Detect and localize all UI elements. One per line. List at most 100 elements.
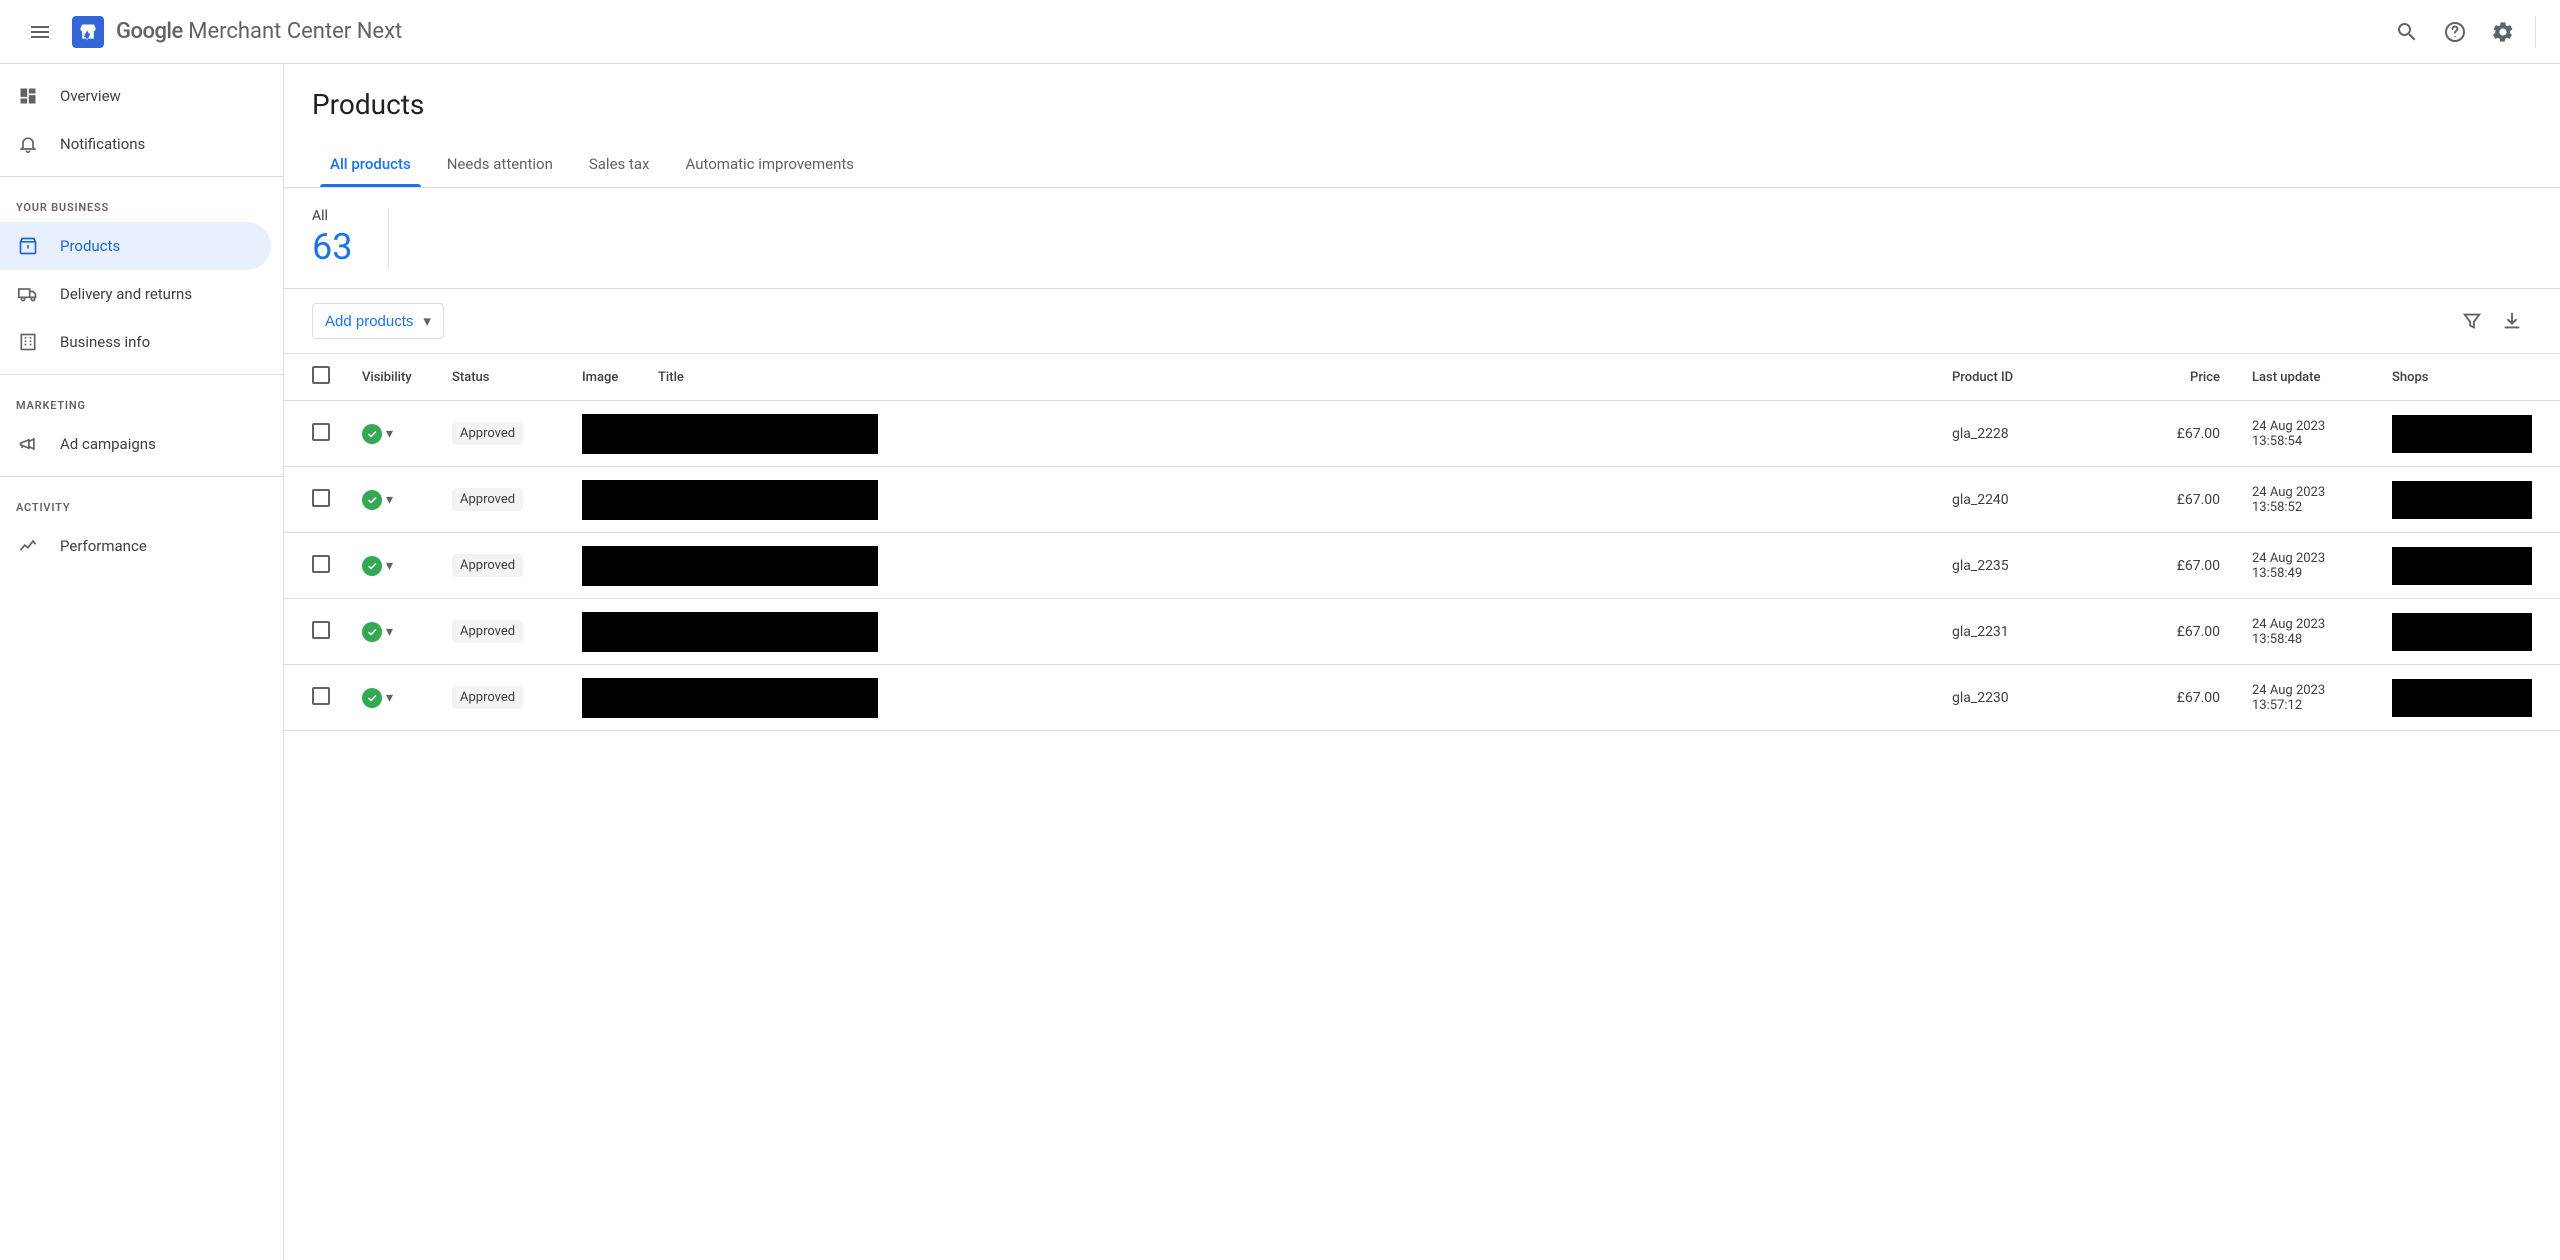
visibility-dropdown-button[interactable]: ▾ — [386, 492, 393, 508]
product-id: gla_2228 — [1936, 401, 2136, 467]
column-shops[interactable]: Shops — [2376, 354, 2560, 401]
visibility-dropdown-button[interactable]: ▾ — [386, 426, 393, 442]
redacted-image-title — [582, 480, 878, 520]
bell-icon — [16, 132, 40, 156]
sidebar-item-label: Performance — [60, 537, 147, 555]
last-update-date: 24 Aug 2023 — [2252, 617, 2360, 632]
sidebar-item-label: Business info — [60, 333, 150, 351]
sidebar-item-label: Notifications — [60, 135, 145, 153]
hamburger-icon — [28, 20, 52, 44]
sidebar-item-notifications[interactable]: Notifications — [0, 120, 271, 168]
last-update-date: 24 Aug 2023 — [2252, 485, 2360, 500]
sidebar-section-activity: ACTIVITY — [0, 485, 283, 522]
redacted-shops — [2392, 481, 2532, 519]
last-update-time: 13:58:48 — [2252, 632, 2360, 647]
settings-button[interactable] — [2479, 8, 2527, 56]
visibility-dropdown-button[interactable]: ▾ — [386, 690, 393, 706]
last-update-date: 24 Aug 2023 — [2252, 683, 2360, 698]
status-badge: Approved — [452, 488, 523, 511]
search-icon — [2395, 20, 2419, 44]
table-row[interactable]: ▾ Approved gla_2228 £67.00 24 Aug 202313… — [284, 401, 2560, 467]
status-badge: Approved — [452, 620, 523, 643]
sidebar: Overview Notifications YOUR BUSINESS Pro… — [0, 64, 284, 1260]
row-checkbox[interactable] — [312, 555, 330, 573]
column-visibility[interactable]: Visibility — [346, 354, 436, 401]
product-id: gla_2231 — [1936, 599, 2136, 665]
price: £67.00 — [2136, 599, 2236, 665]
app-header: Google Merchant Center Next — [0, 0, 2560, 64]
sidebar-section-business: YOUR BUSINESS — [0, 185, 283, 222]
row-checkbox[interactable] — [312, 423, 330, 441]
table-row[interactable]: ▾ Approved gla_2230 £67.00 24 Aug 202313… — [284, 665, 2560, 731]
redacted-shops — [2392, 415, 2532, 453]
truck-icon — [16, 282, 40, 306]
nav-divider — [0, 476, 283, 477]
package-icon — [16, 234, 40, 258]
column-price[interactable]: Price — [2136, 354, 2236, 401]
google-wordmark: Google — [116, 19, 183, 44]
main-content: Products All products Needs attention Sa… — [284, 64, 2560, 1260]
sidebar-item-ad-campaigns[interactable]: Ad campaigns — [0, 420, 271, 468]
app-logo-icon — [72, 16, 104, 48]
row-checkbox[interactable] — [312, 621, 330, 639]
gear-icon — [2491, 20, 2515, 44]
sidebar-item-label: Ad campaigns — [60, 435, 156, 453]
visibility-dropdown-button[interactable]: ▾ — [386, 624, 393, 640]
download-button[interactable] — [2492, 301, 2532, 341]
visibility-approved-icon — [362, 688, 382, 708]
redacted-image-title — [582, 678, 878, 718]
sidebar-item-products[interactable]: Products — [0, 222, 271, 270]
column-status[interactable]: Status — [436, 354, 566, 401]
column-product-id[interactable]: Product ID — [1936, 354, 2136, 401]
sidebar-item-performance[interactable]: Performance — [0, 522, 271, 570]
visibility-dropdown-button[interactable]: ▾ — [386, 558, 393, 574]
table-row[interactable]: ▾ Approved gla_2235 £67.00 24 Aug 202313… — [284, 533, 2560, 599]
redacted-image-title — [582, 414, 878, 454]
dashboard-icon — [16, 84, 40, 108]
sidebar-item-business-info[interactable]: Business info — [0, 318, 271, 366]
search-button[interactable] — [2383, 8, 2431, 56]
sidebar-item-delivery[interactable]: Delivery and returns — [0, 270, 271, 318]
product-id: gla_2235 — [1936, 533, 2136, 599]
select-all-checkbox[interactable] — [312, 366, 330, 384]
sidebar-item-label: Delivery and returns — [60, 285, 192, 303]
row-checkbox[interactable] — [312, 687, 330, 705]
add-products-button[interactable]: Add products ▾ — [312, 303, 444, 339]
table-row[interactable]: ▾ Approved gla_2240 £67.00 24 Aug 202313… — [284, 467, 2560, 533]
help-button[interactable] — [2431, 8, 2479, 56]
redacted-image-title — [582, 546, 878, 586]
column-image[interactable]: Image — [566, 354, 642, 401]
tab-sales-tax[interactable]: Sales tax — [571, 141, 668, 187]
stat-all[interactable]: All 63 — [312, 208, 389, 268]
tab-needs-attention[interactable]: Needs attention — [429, 141, 571, 187]
add-products-label: Add products — [325, 313, 413, 330]
price: £67.00 — [2136, 401, 2236, 467]
help-icon — [2443, 20, 2467, 44]
price: £67.00 — [2136, 467, 2236, 533]
stat-label: All — [312, 208, 352, 224]
visibility-approved-icon — [362, 490, 382, 510]
filter-button[interactable] — [2452, 301, 2492, 341]
tab-all-products[interactable]: All products — [312, 141, 429, 187]
sidebar-item-overview[interactable]: Overview — [0, 72, 271, 120]
sidebar-section-marketing: MARKETING — [0, 383, 283, 420]
sidebar-item-label: Overview — [60, 87, 121, 105]
last-update-date: 24 Aug 2023 — [2252, 419, 2360, 434]
main-menu-button[interactable] — [16, 8, 64, 56]
dropdown-caret-icon: ▾ — [423, 312, 431, 330]
last-update-time: 13:58:52 — [2252, 500, 2360, 515]
redacted-shops — [2392, 613, 2532, 651]
last-update-time: 13:58:54 — [2252, 434, 2360, 449]
app-product-name: Merchant Center Next — [183, 19, 402, 44]
column-title[interactable]: Title — [642, 354, 1936, 401]
tab-automatic-improvements[interactable]: Automatic improvements — [668, 141, 873, 187]
visibility-approved-icon — [362, 424, 382, 444]
app-title: Google Merchant Center Next — [116, 19, 402, 44]
last-update-time: 13:58:49 — [2252, 566, 2360, 581]
stat-value: 63 — [312, 226, 352, 268]
redacted-shops — [2392, 679, 2532, 717]
table-row[interactable]: ▾ Approved gla_2231 £67.00 24 Aug 202313… — [284, 599, 2560, 665]
last-update-date: 24 Aug 2023 — [2252, 551, 2360, 566]
column-last-update[interactable]: Last update — [2236, 354, 2376, 401]
row-checkbox[interactable] — [312, 489, 330, 507]
